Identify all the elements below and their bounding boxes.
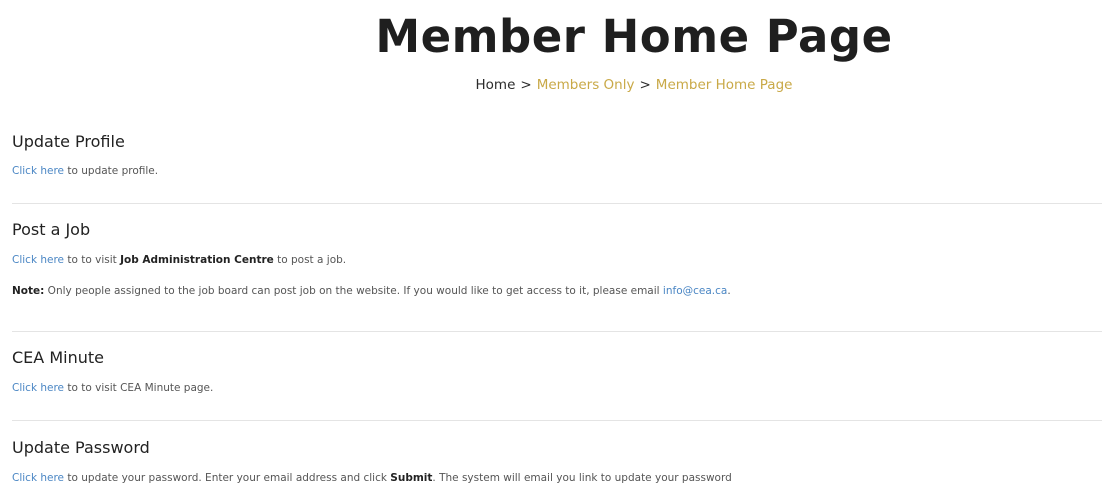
post-job-section: Post a Job Click here to to visit Job Ad… (12, 219, 1102, 299)
note-text: Only people assigned to the job board ca… (44, 285, 663, 297)
cea-minute-description: to to visit CEA Minute page. (64, 382, 214, 394)
breadcrumb: Home > Members Only > Member Home Page (0, 75, 1108, 95)
breadcrumb-separator: > (520, 77, 532, 93)
post-job-text-before: to to visit (64, 254, 121, 266)
update-password-section: Update Password Click here to update you… (12, 437, 1102, 486)
submit-label: Submit (390, 472, 433, 484)
update-profile-section: Update Profile Click here to update prof… (12, 131, 1102, 179)
section-divider (12, 420, 1102, 421)
breadcrumb-home-link[interactable]: Home (476, 77, 516, 93)
info-email-link[interactable]: info@cea.ca (663, 285, 727, 297)
update-profile-text: Click here to update profile. (12, 163, 1102, 179)
post-job-note: Note: Only people assigned to the job bo… (12, 283, 1102, 299)
update-profile-heading: Update Profile (12, 132, 125, 151)
update-password-text: Click here to update your password. Ente… (12, 470, 1102, 486)
update-password-text-before: to update your password. Enter your emai… (64, 472, 391, 484)
update-profile-description: to update profile. (64, 165, 159, 177)
section-divider (12, 203, 1102, 204)
cea-minute-text: Click here to to visit CEA Minute page. (12, 380, 1102, 396)
page-title: Member Home Page (375, 10, 893, 63)
post-job-text: Click here to to visit Job Administratio… (12, 252, 1102, 268)
note-label: Note: (12, 285, 45, 297)
update-password-text-after: . The system will email you link to upda… (432, 472, 732, 484)
job-administration-centre-label: Job Administration Centre (120, 254, 274, 266)
post-job-text-after: to post a job. (273, 254, 347, 266)
cea-minute-heading: CEA Minute (12, 348, 104, 367)
post-job-heading: Post a Job (12, 220, 91, 239)
update-password-link[interactable]: Click here (12, 472, 64, 484)
breadcrumb-current-page: Member Home Page (655, 77, 793, 93)
update-password-heading: Update Password (12, 438, 150, 457)
note-end: . (727, 285, 731, 297)
breadcrumb-separator: > (639, 77, 651, 93)
cea-minute-section: CEA Minute Click here to to visit CEA Mi… (12, 347, 1102, 396)
cea-minute-link[interactable]: Click here (12, 382, 64, 394)
section-divider (12, 331, 1102, 332)
update-profile-link[interactable]: Click here (12, 165, 64, 177)
breadcrumb-members-only-link[interactable]: Members Only (537, 77, 635, 93)
post-job-link[interactable]: Click here (12, 254, 64, 266)
